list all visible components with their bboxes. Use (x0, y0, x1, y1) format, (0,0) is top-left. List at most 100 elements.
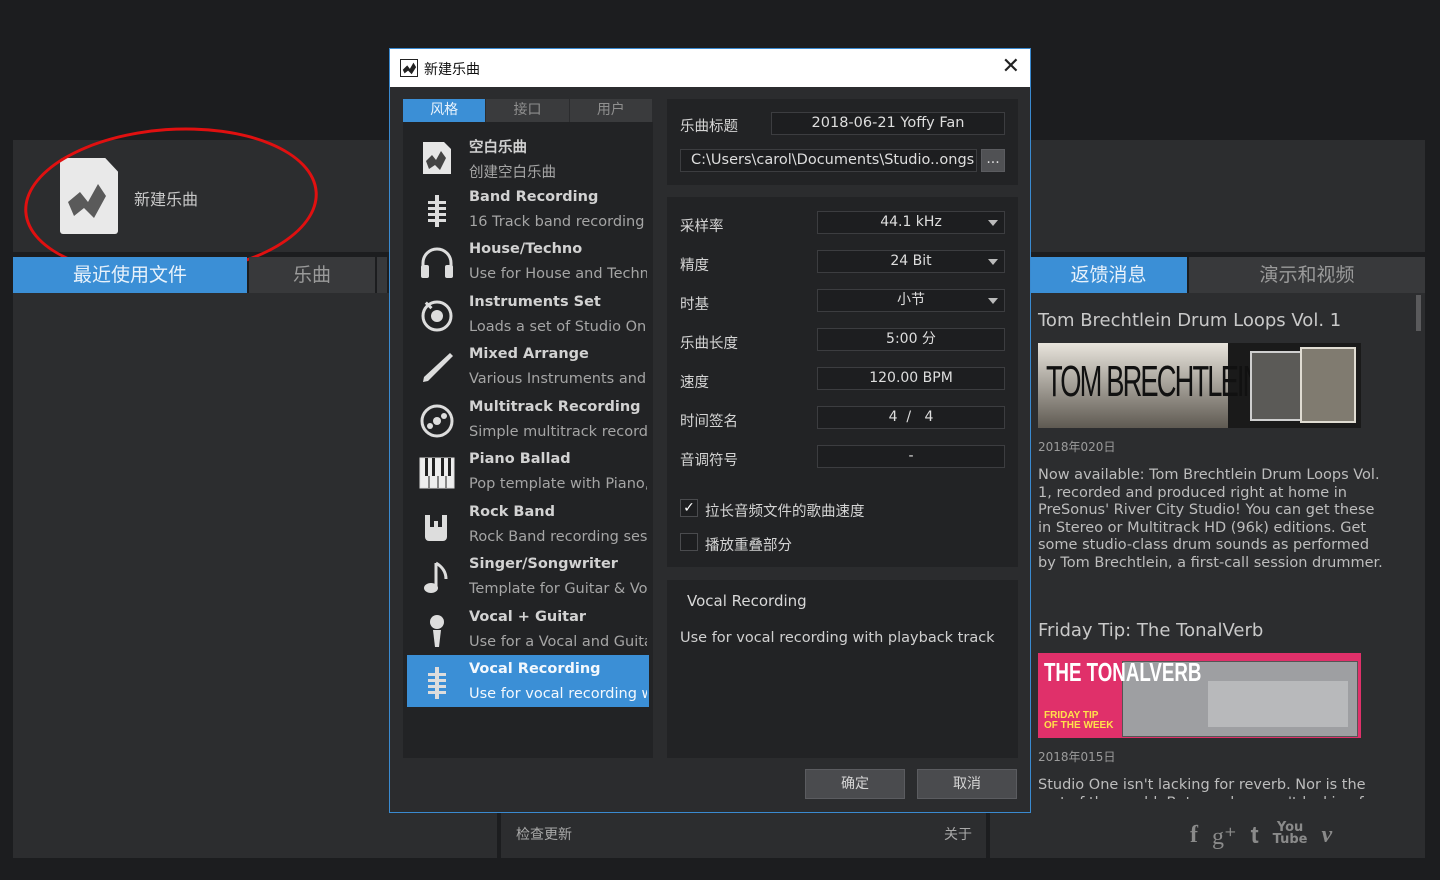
setting-dropdown[interactable]: 小节 (817, 289, 1005, 312)
rock-hand-icon (419, 508, 455, 544)
tab-styles[interactable]: 风格 (403, 99, 487, 122)
template-item[interactable]: Piano Ballad Pop template with Piano, S (407, 445, 649, 497)
template-item[interactable]: Mixed Arrange Various Instruments and a (407, 340, 649, 392)
setting-label: 速度 (680, 375, 709, 391)
template-item[interactable]: 空白乐曲 创建空白乐曲 (407, 130, 649, 182)
tab-songs[interactable]: 乐曲 (249, 257, 375, 293)
setting-value: 44.1 kHz (880, 214, 942, 230)
setting-input[interactable]: - (817, 445, 1005, 468)
blank-song-icon (419, 140, 455, 176)
close-icon[interactable]: ✕ (1002, 55, 1020, 79)
news-item: Tom Brechtlein Drum Loops Vol. 1 TOM BRE… (1038, 310, 1388, 572)
template-description: Loads a set of Studio One (469, 318, 647, 335)
template-description: Use for a Vocal and Guitar (469, 633, 647, 650)
template-name: Vocal Recording (469, 661, 601, 677)
template-info-title: Vocal Recording (687, 592, 807, 610)
template-description: 16 Track band recording (469, 213, 645, 230)
template-item[interactable]: Vocal + Guitar Use for a Vocal and Guitar (407, 603, 649, 655)
setting-value: 120.00 BPM (869, 370, 953, 386)
google-plus-icon[interactable]: g⁺ (1212, 822, 1237, 851)
option-checkbox[interactable] (680, 533, 698, 551)
template-item[interactable]: Band Recording 16 Track band recording (407, 183, 649, 235)
facebook-icon[interactable]: f (1190, 822, 1198, 851)
template-name: Instruments Set (469, 293, 601, 310)
about-link[interactable]: 关于 (944, 824, 972, 844)
vinyl-icon (419, 403, 455, 439)
option-checkbox[interactable]: ✓ (680, 499, 698, 517)
tab-feedback[interactable]: 返馈消息 (1030, 257, 1187, 293)
template-name: 空白乐曲 (469, 140, 527, 156)
template-description: Simple multitrack recording (469, 423, 647, 440)
chevron-down-icon (988, 220, 998, 226)
multitrack-icon (419, 665, 455, 701)
app-icon (400, 59, 418, 77)
news-image[interactable]: THE TONALVERB FRIDAY TIP OF THE WEEK (1038, 653, 1361, 738)
song-info-box: 乐曲标题 2018-06-21 Yoffy Fan C:\Users\carol… (667, 99, 1018, 185)
multitrack-icon (419, 193, 455, 229)
youtube-icon[interactable]: You Tube (1273, 821, 1308, 851)
setting-input[interactable]: 5:00 分 (817, 328, 1005, 351)
template-item[interactable]: Multitrack Recording Simple multitrack re… (407, 393, 649, 445)
start-right-tabs: 返馈消息 演示和视频 (990, 257, 1425, 293)
setting-dropdown[interactable]: 44.1 kHz (817, 211, 1005, 234)
dialog-titlebar[interactable]: 新建乐曲 ✕ (390, 49, 1030, 87)
setting-label: 精度 (680, 258, 709, 274)
setting-value: 小节 (897, 292, 925, 308)
setting-input[interactable]: 4 / 4 (817, 406, 1005, 429)
template-item[interactable]: House/Techno Use for House and Techno (407, 235, 649, 287)
setting-label: 时基 (680, 297, 709, 313)
cancel-button[interactable]: 取消 (917, 769, 1017, 799)
news-date: 2018年020日 (1038, 440, 1116, 454)
news-text: Studio One isn't lacking for reverb. Nor… (1038, 777, 1379, 799)
setting-input[interactable]: 120.00 BPM (817, 367, 1005, 390)
setting-value: 5:00 分 (886, 331, 936, 347)
template-tabs: 风格 接口 用户 (403, 99, 653, 122)
setting-value: 4 / 4 (888, 409, 934, 425)
browse-button[interactable]: ... (981, 149, 1005, 172)
tumblr-icon[interactable]: t (1251, 822, 1259, 851)
checkmark-icon: ✓ (683, 500, 695, 516)
tab-user[interactable]: 用户 (569, 99, 653, 122)
social-links: f g⁺ t You Tube v (1190, 821, 1425, 851)
vimeo-icon[interactable]: v (1322, 822, 1333, 851)
setting-value: 24 Bit (890, 253, 932, 269)
news-item: Friday Tip: The TonalVerb THE TONALVERB … (1038, 620, 1388, 799)
setting-value: - (908, 448, 914, 464)
instrument-dial-icon (419, 298, 455, 334)
tab-interfaces[interactable]: 接口 (486, 99, 570, 122)
setting-dropdown[interactable]: 24 Bit (817, 250, 1005, 273)
template-item[interactable]: Vocal Recording Use for vocal recording w… (407, 655, 649, 707)
setting-label: 音调符号 (680, 453, 738, 469)
check-updates-link[interactable]: 检查更新 (516, 824, 572, 844)
ok-button[interactable]: 确定 (805, 769, 905, 799)
template-description: Use for House and Techno (469, 266, 647, 282)
template-name: Mixed Arrange (469, 346, 589, 362)
microphone-icon (419, 613, 455, 649)
headphones-icon (419, 245, 455, 281)
news-date: 2018年015日 (1038, 750, 1116, 764)
news-text: Now available: Tom Brechtlein Drum Loops… (1038, 467, 1383, 571)
news-image-subcaption: FRIDAY TIP OF THE WEEK (1044, 710, 1114, 731)
song-title-input[interactable]: 2018-06-21 Yoffy Fan (771, 112, 1005, 135)
tab-recent-files[interactable]: 最近使用文件 (13, 257, 247, 293)
news-title[interactable]: Friday Tip: The TonalVerb (1038, 620, 1388, 641)
song-path-field[interactable]: C:\Users\carol\Documents\Studio..ongs (680, 149, 977, 172)
template-item[interactable]: Rock Band Rock Band recording session (407, 498, 649, 550)
template-item[interactable]: Instruments Set Loads a set of Studio One (407, 288, 649, 340)
news-scrollbar[interactable] (1416, 295, 1421, 331)
news-image[interactable]: TOM BRECHTLEIN (1038, 343, 1361, 428)
setting-label: 时间签名 (680, 414, 738, 430)
template-item[interactable]: Singer/Songwriter Template for Guitar & V… (407, 550, 649, 602)
template-description: Rock Band recording session (469, 528, 647, 545)
template-name: Band Recording (469, 188, 599, 205)
template-description: Pop template with Piano, S (469, 476, 647, 492)
setting-label: 乐曲长度 (680, 336, 738, 352)
option-label[interactable]: 播放重叠部分 (705, 534, 792, 555)
song-settings-box: 采样率 44.1 kHz 精度 24 Bit 时基 小节 乐曲长度 5:00 分速度 120.0… (667, 197, 1018, 567)
template-description: Use for vocal recording with (469, 686, 647, 702)
option-label[interactable]: 拉长音频文件的歌曲速度 (705, 500, 865, 521)
chevron-down-icon (988, 298, 998, 304)
tab-demos-videos[interactable]: 演示和视频 (1189, 257, 1425, 293)
news-title[interactable]: Tom Brechtlein Drum Loops Vol. 1 (1038, 310, 1388, 331)
new-song-dialog: 新建乐曲 ✕ 风格 接口 用户 空白乐曲 创建空白乐曲 Band Recording… (389, 48, 1031, 813)
